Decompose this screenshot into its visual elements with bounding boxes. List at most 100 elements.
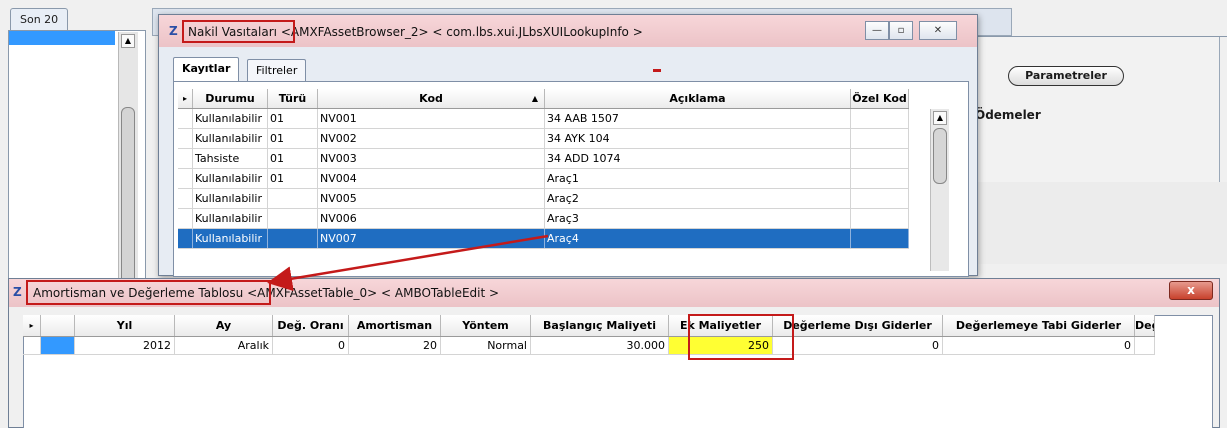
cell-kod[interactable]: NV003 (318, 149, 545, 168)
tab-filtreler[interactable]: Filtreler (247, 59, 307, 81)
column-header-kod[interactable]: Kod ▲ (318, 89, 545, 108)
cell-yontem[interactable]: Normal (441, 337, 531, 354)
close-icon[interactable]: ✕ (919, 21, 957, 40)
cell-amortisman[interactable]: 20 (349, 337, 441, 354)
ek-maliyetler-highlight-box (688, 314, 794, 360)
table-window-titlebar[interactable]: Z Amortisman ve Değerleme Tablosu <AMXFA… (9, 279, 1219, 307)
table-title-rest: <AMXFAssetTable_0> < AMBOTableEdit > (247, 286, 500, 300)
scroll-up-icon[interactable]: ▲ (121, 34, 135, 48)
title-highlight-box (26, 280, 271, 305)
cell-durumu[interactable]: Tahsiste (193, 149, 268, 168)
cell-aciklama[interactable]: 34 AAB 1507 (545, 109, 851, 128)
table-grid-header: ▸ Yıl Ay Değ. Oranı Amortisman Yöntem Ba… (23, 315, 1155, 337)
cell-baslangic-maliyeti[interactable]: 30.000 (531, 337, 669, 354)
column-header-baslangic-maliyeti[interactable]: Başlangıç Maliyeti (531, 315, 669, 336)
table-row[interactable]: Kullanılabilir 01 NV004 Araç1 (178, 169, 909, 189)
cell-aciklama[interactable]: Araç1 (545, 169, 851, 188)
lookup-window-titlebar[interactable]: Z Nakil Vasıtaları <AMXFAssetBrowser_2> … (159, 15, 977, 47)
table-row[interactable]: Kullanılabilir NV007 Araç4 (178, 229, 909, 249)
table-row[interactable]: Kullanılabilir NV006 Araç3 (178, 209, 909, 229)
lookup-title-rest: <AMXFAssetBrowser_2> < com.lbs.xui.JLbsX… (280, 25, 643, 39)
table-row[interactable]: Kullanılabilir 01 NV002 34 AYK 104 (178, 129, 909, 149)
cell-aciklama[interactable]: 34 ADD 1074 (545, 149, 851, 168)
cell-aciklama[interactable]: 34 AYK 104 (545, 129, 851, 148)
sort-ascending-icon: ▲ (531, 94, 538, 103)
tab-son-20[interactable]: Son 20 (10, 8, 68, 30)
cell-turu[interactable]: 01 (268, 109, 318, 128)
table-row[interactable]: 2012 Aralık 0 20 Normal 30.000 250 0 0 (23, 337, 1155, 355)
table-edit-window: Z Amortisman ve Değerleme Tablosu <AMXFA… (8, 278, 1220, 428)
cell-ozel-kod[interactable] (851, 229, 909, 248)
column-header-degerlemeye-tabi-giderler[interactable]: Değerlemeye Tabi Giderler (943, 315, 1135, 336)
cell-durumu[interactable]: Kullanılabilir (193, 209, 268, 228)
cell-degerlemeye-tabi-giderler[interactable]: 0 (943, 337, 1135, 354)
cell-kod[interactable]: NV001 (318, 109, 545, 128)
scroll-up-icon[interactable]: ▲ (933, 111, 947, 125)
cell-durumu[interactable]: Kullanılabilir (193, 169, 268, 188)
cell-kod[interactable]: NV007 (318, 229, 545, 248)
minimize-icon[interactable]: — (865, 21, 889, 40)
cell-turu[interactable] (268, 189, 318, 208)
cell-durumu[interactable]: Kullanılabilir (193, 109, 268, 128)
close-button[interactable]: x (1169, 281, 1213, 300)
column-header-deg[interactable]: Değ (1135, 315, 1155, 336)
row-indicator (178, 109, 193, 128)
lookup-grid-scrollbar[interactable]: ▲ (930, 109, 949, 271)
column-header-blank (41, 315, 75, 336)
row-indicator-icon: ▸ (178, 89, 193, 108)
cell-ozel-kod[interactable] (851, 189, 909, 208)
divider (975, 36, 1227, 37)
cell-deg-orani[interactable]: 0 (273, 337, 349, 354)
column-header-ay[interactable]: Ay (175, 315, 273, 336)
maximize-icon[interactable]: ▫ (889, 21, 913, 40)
cell-yil[interactable]: 2012 (75, 337, 175, 354)
column-header-deg-orani[interactable]: Değ. Oranı (273, 315, 349, 336)
cell-kod[interactable]: NV006 (318, 209, 545, 228)
cell-turu[interactable]: 01 (268, 129, 318, 148)
table-row[interactable]: Tahsiste 01 NV003 34 ADD 1074 (178, 149, 909, 169)
app-logo-icon: Z (13, 285, 22, 299)
scroll-thumb[interactable] (933, 128, 947, 184)
scroll-thumb[interactable] (121, 107, 135, 287)
cell-turu[interactable]: 01 (268, 169, 318, 188)
column-header-yontem[interactable]: Yöntem (441, 315, 531, 336)
tab-kayitlar[interactable]: Kayıtlar (173, 57, 240, 81)
cell-turu[interactable]: 01 (268, 149, 318, 168)
row-selector-cell[interactable] (41, 337, 75, 354)
row-indicator (178, 229, 193, 248)
cell-kod[interactable]: NV002 (318, 129, 545, 148)
cell-durumu[interactable]: Kullanılabilir (193, 189, 268, 208)
lookup-grid-header: ▸ Durumu Türü Kod ▲ Açıklama Özel Kod (178, 89, 909, 109)
column-header-durumu[interactable]: Durumu (193, 89, 268, 108)
cell-kod[interactable]: NV004 (318, 169, 545, 188)
column-header-ozel-kod[interactable]: Özel Kod (851, 89, 909, 108)
cell-kod[interactable]: NV005 (318, 189, 545, 208)
column-header-degerleme-disi-giderler[interactable]: Değerleme Dışı Giderler (773, 315, 943, 336)
lookup-window: Z Nakil Vasıtaları <AMXFAssetBrowser_2> … (158, 14, 978, 277)
cell-ozel-kod[interactable] (851, 109, 909, 128)
parameters-button[interactable]: Parametreler (1008, 66, 1124, 86)
cell-ozel-kod[interactable] (851, 129, 909, 148)
cell-aciklama[interactable]: Araç2 (545, 189, 851, 208)
cell-degerleme-disi-giderler[interactable]: 0 (773, 337, 943, 354)
cell-ay[interactable]: Aralık (175, 337, 273, 354)
app-logo-icon: Z (169, 24, 178, 38)
cell-ozel-kod[interactable] (851, 169, 909, 188)
cell-aciklama[interactable]: Araç4 (545, 229, 851, 248)
cell-turu[interactable] (268, 209, 318, 228)
cell-ozel-kod[interactable] (851, 149, 909, 168)
cell-aciklama[interactable]: Araç3 (545, 209, 851, 228)
cell-deg[interactable] (1135, 337, 1155, 354)
column-header-amortisman[interactable]: Amortisman (349, 315, 441, 336)
table-row[interactable]: Kullanılabilir 01 NV001 34 AAB 1507 (178, 109, 909, 129)
cell-turu[interactable] (268, 229, 318, 248)
left-list-selected-item[interactable] (9, 31, 115, 45)
cell-durumu[interactable]: Kullanılabilir (193, 229, 268, 248)
column-header-turu[interactable]: Türü (268, 89, 318, 108)
column-header-aciklama[interactable]: Açıklama (545, 89, 851, 108)
table-row[interactable]: Kullanılabilir NV005 Araç2 (178, 189, 909, 209)
column-header-yil[interactable]: Yıl (75, 315, 175, 336)
cell-durumu[interactable]: Kullanılabilir (193, 129, 268, 148)
row-indicator (178, 129, 193, 148)
cell-ozel-kod[interactable] (851, 209, 909, 228)
